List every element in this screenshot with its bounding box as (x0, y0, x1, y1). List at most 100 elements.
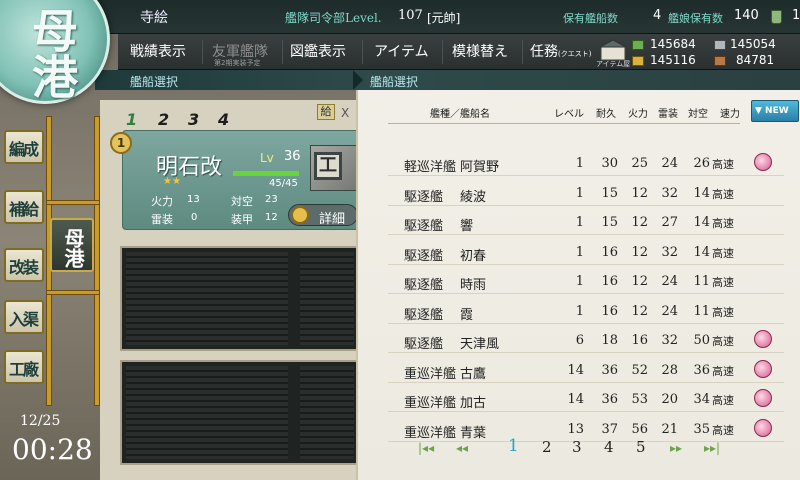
page-3[interactable]: 3 (572, 438, 582, 456)
prev-page-button[interactable]: ◂◂ (456, 441, 468, 455)
col-hp: 耐久 (596, 109, 616, 120)
page-5[interactable]: 5 (636, 438, 646, 456)
game-screen: 寺絵 艦隊司令部Level. 107 [元帥] 保有艦船数 4 艦娘保有数 14… (0, 0, 800, 480)
admiral-rank: [元帥] (427, 11, 461, 25)
empty-ship-slot[interactable] (120, 360, 360, 465)
ship-hp: 16 (601, 244, 618, 260)
side-menu-tower: 編成 補給 改装 入渠 工廠 母港 (0, 110, 112, 410)
ship-name: 古鷹 (460, 366, 487, 382)
ship-type: 駆逐艦 (404, 248, 444, 264)
page-1[interactable]: 1 (508, 436, 519, 456)
stat-aa-value: 23 (265, 194, 278, 205)
level-label: Lv (260, 151, 274, 165)
fuel-amount: 145684 (650, 37, 696, 51)
fleet-tab-4[interactable]: 4 (218, 110, 229, 129)
ship-row[interactable]: 駆逐艦 天津風 6 18 16 32 50 高速 (388, 327, 784, 353)
sort-order-button[interactable]: ▼ NEW (751, 100, 799, 122)
ship-firepower: 53 (631, 392, 648, 407)
ship-firepower: 12 (631, 185, 648, 201)
hp-text: 45/45 (269, 178, 298, 189)
ship-row[interactable]: 駆逐艦 初春 1 16 12 32 14 高速 (388, 239, 784, 265)
fleet-tab-2[interactable]: 2 (158, 110, 169, 129)
nav-furniture[interactable]: 模様替え (452, 41, 508, 61)
ship-type: 駆逐艦 (404, 189, 444, 205)
ship-type: 重巡洋艦 (404, 366, 457, 382)
ship-count-value: 4 (653, 8, 662, 23)
ship-firepower: 52 (631, 362, 648, 378)
side-btn-arsenal[interactable]: 工廠 (4, 350, 44, 384)
ship-row[interactable]: 軽巡洋艦 阿賀野 1 30 25 24 26 高速 (388, 150, 784, 176)
details-button[interactable]: 詳細 (288, 204, 358, 227)
nav-battle-record[interactable]: 戦績表示 (130, 41, 186, 61)
ship-row[interactable]: 駆逐艦 時雨 1 16 12 24 11 高速 (388, 268, 784, 294)
ship-aa: 14 (693, 244, 710, 260)
ship-type: 駆逐艦 (404, 278, 444, 293)
heart-lock-icon (754, 389, 772, 407)
ship-row[interactable]: 重巡洋艦 加古 14 36 53 20 34 高速 (388, 386, 784, 412)
ship-name: 初春 (460, 248, 487, 264)
page-4[interactable]: 4 (604, 438, 614, 456)
stat-torpedo-label: 雷装 (151, 213, 173, 226)
hq-level-value: 107 (398, 8, 423, 23)
col-speed: 速力 (720, 109, 740, 120)
close-icon[interactable]: X (341, 106, 349, 120)
bauxite-icon (714, 56, 726, 66)
tower-beam (46, 290, 100, 295)
home-port-emblem[interactable]: 母港 (0, 0, 110, 104)
nav-encyclopedia[interactable]: 図鑑表示 (290, 41, 346, 61)
empty-ship-slot[interactable] (120, 246, 360, 351)
hp-bar (233, 171, 299, 176)
ammo-icon (632, 56, 644, 66)
ship-torpedo: 24 (661, 156, 678, 171)
ship-speed: 高速 (712, 187, 734, 201)
ship-level: 14 (567, 392, 584, 407)
nav-items[interactable]: アイテム (374, 41, 429, 61)
shutter (300, 366, 354, 459)
ship-hp: 36 (601, 362, 618, 378)
ship-aa: 36 (693, 362, 710, 378)
arsenal-badge-icon: 工 (314, 152, 342, 180)
ship-level: 14 (567, 362, 584, 378)
ship-aa: 14 (693, 215, 710, 230)
flagship-number-badge: 1 (110, 132, 132, 154)
ship-row[interactable]: 重巡洋艦 古鷹 14 36 52 28 36 高速 (388, 357, 784, 383)
stat-firepower-value: 13 (187, 194, 200, 205)
resource-panel: 145684 145054 145116 84781 (630, 34, 800, 70)
side-btn-organize[interactable]: 編成 (4, 130, 44, 164)
emblem-glyph: 母港 (25, 7, 79, 99)
fleet-tab-3[interactable]: 3 (188, 110, 199, 129)
ship-firepower: 12 (631, 274, 648, 289)
stat-torpedo-value: 0 (191, 212, 198, 223)
first-page-button[interactable]: |◂◂ (418, 441, 434, 455)
side-btn-resupply[interactable]: 補給 (4, 190, 44, 224)
home-port-button[interactable]: 母港 (50, 218, 94, 272)
ship-list-panel: 艦種／艦船名 レベル 耐久 火力 雷装 対空 速力 ▼ NEW 軽巡洋艦 阿賀野 1… (356, 90, 800, 480)
nav-separator (442, 40, 443, 64)
ship-torpedo: 20 (661, 392, 678, 407)
level-value: 36 (284, 149, 301, 164)
ship-aa: 26 (693, 156, 710, 171)
last-page-button[interactable]: ▸▸| (704, 441, 720, 455)
clock-date: 12/25 (20, 413, 61, 429)
ship-aa: 11 (693, 303, 710, 319)
ship-torpedo: 27 (661, 215, 678, 230)
col-ship-name: 艦種／艦船名 (430, 109, 490, 120)
fleet-tab-1[interactable]: 1 (126, 110, 137, 129)
side-btn-remodel[interactable]: 改装 (4, 248, 44, 282)
col-level: レベル (554, 109, 584, 120)
ship-row[interactable]: 駆逐艦霞 1 16 12 24 11 高速 (388, 298, 784, 324)
ship-row[interactable]: 駆逐艦 響 1 15 12 27 14 高速 (388, 209, 784, 235)
page-2[interactable]: 2 (542, 438, 552, 456)
next-page-button[interactable]: ▸▸ (670, 441, 682, 455)
ship-speed: 高速 (712, 364, 734, 378)
side-btn-repair[interactable]: 入渠 (4, 300, 44, 334)
ship-hp: 15 (601, 185, 618, 201)
ship-row[interactable]: 駆逐艦 綾波 1 15 12 32 14 高速 (388, 180, 784, 206)
nav-quests-sub: (クエスト) (558, 50, 592, 58)
ship-hp: 30 (601, 156, 618, 171)
side-btn-label: 補給 (9, 200, 39, 219)
ship-firepower: 12 (631, 244, 648, 260)
ship-speed: 高速 (712, 276, 734, 289)
ship-speed: 高速 (712, 305, 734, 319)
nav-quests[interactable]: 任務(クエスト) (530, 41, 591, 61)
